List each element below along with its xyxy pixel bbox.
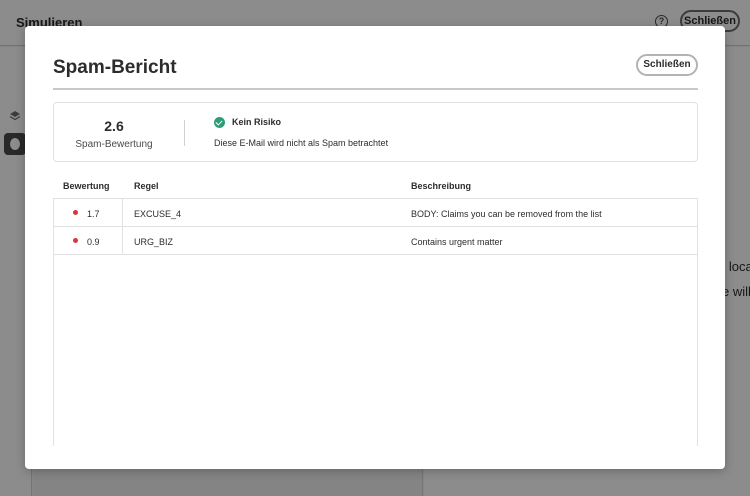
spam-score-card: 2.6 Spam-Bewertung Kein Risiko Diese E-M… (53, 102, 698, 162)
status-dot-icon (73, 238, 78, 243)
spam-report-dialog: Spam-Bericht Schließen 2.6 Spam-Bewertun… (25, 26, 725, 469)
row-rating: 0.9 (87, 237, 100, 247)
dialog-divider (53, 88, 698, 90)
row-description: Contains urgent matter (411, 237, 503, 247)
dialog-close-button[interactable]: Schließen (636, 54, 698, 76)
spam-score-value: 2.6 (104, 118, 124, 134)
column-header-rating[interactable]: Bewertung (63, 181, 110, 191)
row-description: BODY: Claims you can be removed from the… (411, 209, 602, 219)
row-rating: 1.7 (87, 209, 100, 219)
dialog-title: Spam-Bericht (53, 57, 177, 78)
row-divider (122, 199, 123, 226)
column-header-rule[interactable]: Regel (134, 181, 159, 191)
risk-status-title: Kein Risiko (232, 117, 282, 127)
column-header-description[interactable]: Beschreibung (411, 181, 471, 191)
rules-table: 1.7 EXCUSE_4 BODY: Claims you can be rem… (53, 198, 698, 446)
row-rule: EXCUSE_4 (134, 209, 182, 219)
row-rule: URG_BIZ (134, 237, 174, 247)
table-row[interactable]: 0.9 URG_BIZ Contains urgent matter (54, 227, 697, 255)
risk-status-description: Diese E-Mail wird nicht als Spam betrach… (214, 138, 389, 148)
check-circle-icon (214, 117, 225, 128)
row-divider (122, 227, 123, 254)
table-header: Bewertung Regel Beschreibung (53, 176, 698, 198)
table-row[interactable]: 1.7 EXCUSE_4 BODY: Claims you can be rem… (54, 199, 697, 227)
status-dot-icon (73, 210, 78, 215)
spam-score-label: Spam-Bewertung (75, 139, 153, 150)
score-separator (184, 120, 185, 146)
